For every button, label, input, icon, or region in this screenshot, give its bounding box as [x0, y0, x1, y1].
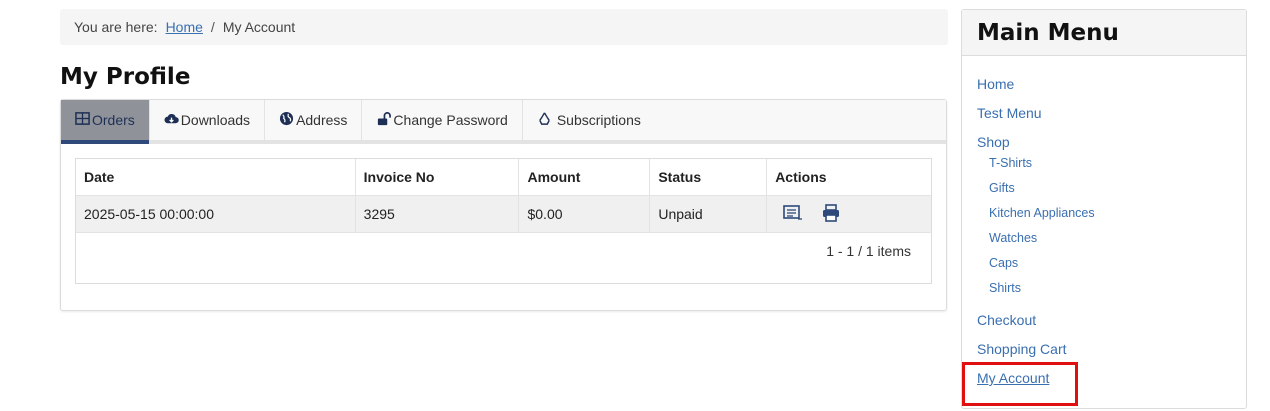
sidebar-item-t-shirts[interactable]: T-Shirts	[977, 155, 1246, 180]
sidebar-item-shirts[interactable]: Shirts	[977, 280, 1246, 310]
order-actions	[767, 196, 931, 232]
tab-address[interactable]: Address	[265, 100, 363, 140]
view-details-icon[interactable]	[775, 204, 813, 225]
sidebar-item-watches[interactable]: Watches	[977, 230, 1246, 255]
breadcrumb-current: My Account	[222, 19, 296, 35]
order-status: Unpaid	[650, 196, 768, 232]
table-header-row: Date Invoice No Amount Status Actions	[76, 159, 931, 196]
breadcrumb: You are here: Home / My Account	[60, 9, 948, 45]
recycle-icon	[537, 111, 554, 129]
table-pager: 1 - 1 / 1 items	[826, 243, 911, 259]
order-amount: $0.00	[519, 196, 651, 232]
profile-tabs: Orders Downloads Address Change Password	[61, 100, 946, 144]
sidebar-item-shop[interactable]: Shop	[977, 132, 1246, 155]
page-title: My Profile	[60, 64, 191, 90]
tab-label: Change Password	[393, 112, 508, 128]
column-header-date[interactable]: Date	[76, 159, 356, 195]
breadcrumb-separator: /	[210, 19, 215, 35]
tab-orders[interactable]: Orders	[61, 100, 150, 144]
sidebar-item-kitchen-appliances[interactable]: Kitchen Appliances	[977, 205, 1246, 230]
tab-downloads[interactable]: Downloads	[150, 100, 266, 140]
sidebar-item-caps[interactable]: Caps	[977, 255, 1246, 280]
breadcrumb-home-link[interactable]: Home	[166, 19, 203, 35]
sidebar-item-gifts[interactable]: Gifts	[977, 180, 1246, 205]
order-date: 2025-05-15 00:00:00	[76, 196, 356, 232]
tab-change-password[interactable]: Change Password	[362, 100, 523, 140]
globe-icon	[279, 111, 296, 129]
table-icon	[75, 111, 92, 129]
sidebar-item-home[interactable]: Home	[977, 74, 1246, 103]
tab-label: Downloads	[180, 112, 251, 128]
tab-label: Subscriptions	[556, 112, 641, 128]
table-row: 2025-05-15 00:00:00 3295 $0.00 Unpaid	[76, 196, 931, 233]
sidebar-title: Main Menu	[962, 10, 1246, 56]
unlock-icon	[376, 111, 393, 129]
order-invoice: 3295	[356, 196, 520, 232]
profile-tab-panel: Orders Downloads Address Change Password	[60, 99, 947, 311]
main-menu: Home Test Menu Shop T-Shirts Gifts Kitch…	[962, 56, 1246, 397]
sidebar-item-test-menu[interactable]: Test Menu	[977, 103, 1246, 132]
column-header-invoice[interactable]: Invoice No	[356, 159, 520, 195]
highlight-box	[962, 362, 1078, 406]
print-icon[interactable]	[813, 203, 851, 225]
orders-table: Date Invoice No Amount Status Actions 20…	[75, 158, 932, 284]
breadcrumb-prefix: You are here:	[74, 19, 158, 35]
column-header-amount[interactable]: Amount	[519, 159, 651, 195]
tab-subscriptions[interactable]: Subscriptions	[523, 100, 655, 140]
main-content: You are here: Home / My Account My Profi…	[60, 9, 948, 311]
column-header-actions: Actions	[775, 169, 827, 185]
tab-label: Orders	[92, 112, 135, 128]
tab-label: Address	[296, 112, 348, 128]
sidebar: Main Menu Home Test Menu Shop T-Shirts G…	[961, 9, 1247, 409]
sidebar-item-checkout[interactable]: Checkout	[977, 310, 1246, 339]
cloud-download-icon	[164, 111, 181, 129]
column-header-status[interactable]: Status	[650, 159, 768, 195]
